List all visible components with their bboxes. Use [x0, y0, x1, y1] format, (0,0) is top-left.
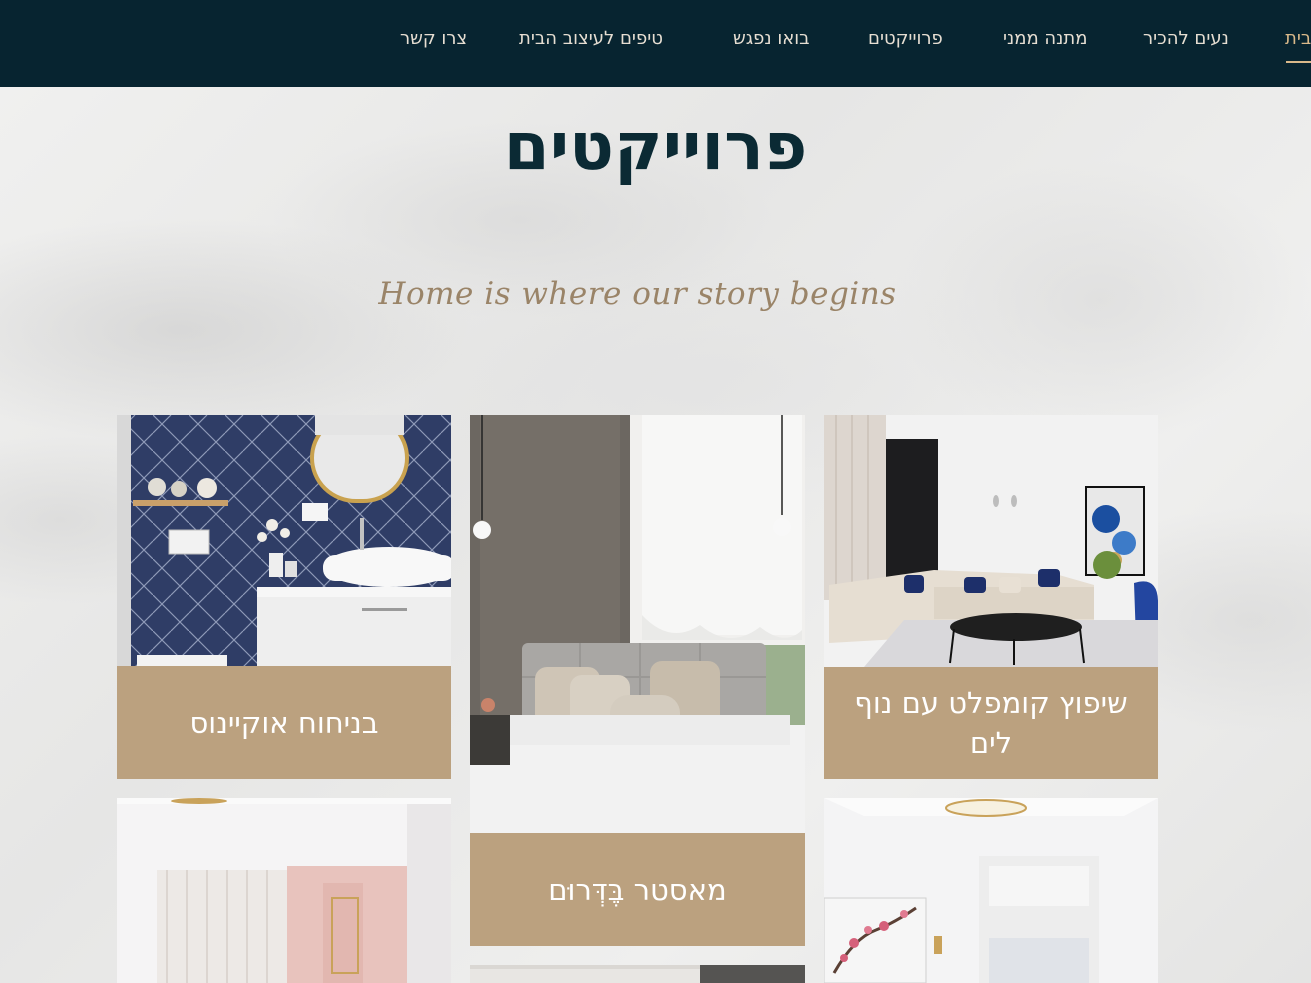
nav-item-gift[interactable]: מתנה ממני	[1003, 28, 1087, 49]
pink-room-photo	[117, 798, 451, 983]
blossom-room-photo	[824, 798, 1158, 983]
project-title: בניחוח אוקיינוס	[117, 666, 451, 779]
nav-item-projects[interactable]: פרוייקטים	[868, 28, 943, 49]
project-card-partial[interactable]	[470, 965, 805, 983]
project-card-living-room[interactable]: שיפוץ קומפלט עם נוף לים	[824, 415, 1158, 779]
project-title: מאסטר בֶּדְּרוּם	[470, 833, 805, 946]
nav-item-meet[interactable]: בואו נפגש	[733, 28, 810, 49]
bedroom-photo	[470, 415, 805, 835]
nav-item-home[interactable]: בית	[1285, 28, 1311, 49]
project-card-bathroom[interactable]: בניחוח אוקיינוס	[117, 415, 451, 779]
room-photo	[470, 965, 805, 983]
bathroom-photo	[117, 415, 451, 667]
nav-item-tips[interactable]: טיפים לעיצוב הבית	[519, 28, 663, 49]
nav-item-contact[interactable]: צרו קשר	[400, 28, 467, 49]
project-card-pink-room[interactable]	[117, 798, 451, 983]
top-navigation: בית נעים להכיר מתנה ממני פרוייקטים בואו …	[0, 0, 1311, 87]
page-title: פרוייקטים	[503, 108, 808, 185]
project-title: שיפוץ קומפלט עם נוף לים	[824, 667, 1158, 779]
nav-active-underline	[1286, 61, 1311, 63]
project-card-blossom-room[interactable]	[824, 798, 1158, 983]
page-tagline: Home is where our story begins	[378, 276, 897, 312]
living-room-photo	[824, 415, 1158, 667]
project-card-bedroom[interactable]: מאסטר בֶּדְּרוּם	[470, 415, 805, 946]
nav-item-about[interactable]: נעים להכיר	[1143, 28, 1229, 49]
